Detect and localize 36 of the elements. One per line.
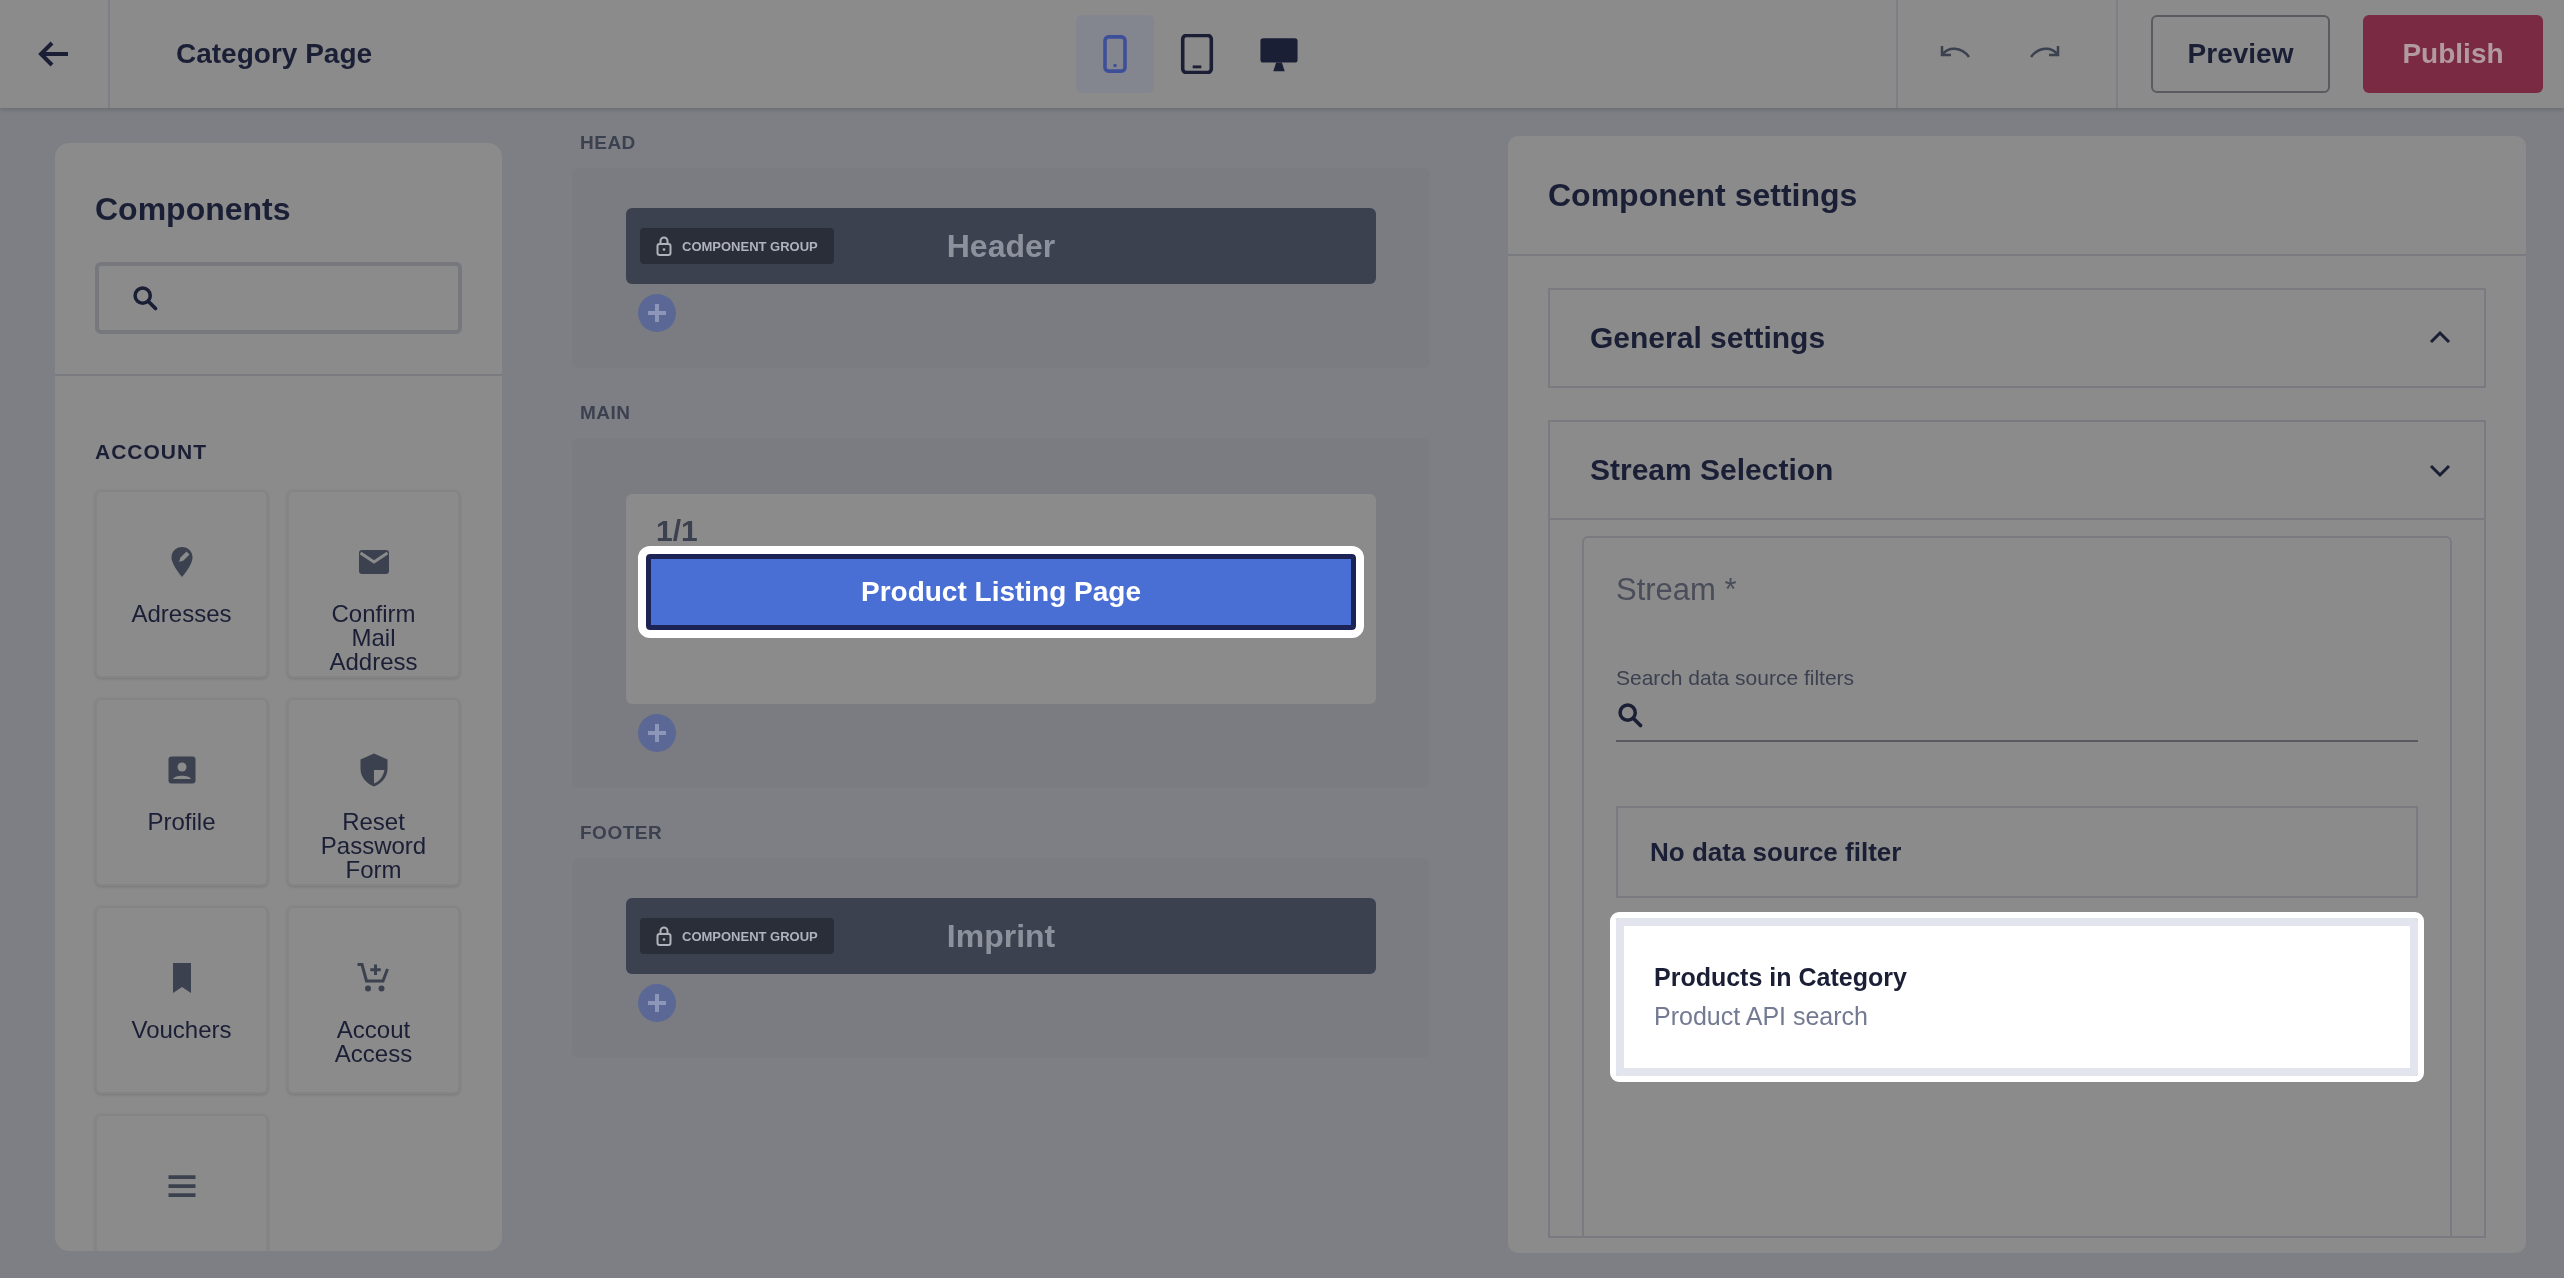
component-tile[interactable]: Accout Access: [287, 906, 460, 1094]
device-toggle[interactable]: [1076, 15, 1154, 93]
component-tile[interactable]: [95, 1114, 268, 1251]
search-icon: [1616, 701, 1644, 729]
component-tile[interactable]: Adresses: [95, 490, 268, 678]
panel-title: Component settings: [1548, 176, 1858, 214]
component-group-badge: COMPONENT GROUP: [640, 918, 834, 954]
component-tile[interactable]: Reset Password Form: [287, 698, 460, 886]
component-tile[interactable]: Confirm Mail Address: [287, 490, 460, 678]
preview-button[interactable]: Preview: [2151, 15, 2330, 93]
category-heading: ACCOUNT: [95, 440, 208, 464]
search-icon: [131, 284, 159, 312]
filter-option[interactable]: No data source filter: [1616, 806, 2418, 898]
back-arrow-icon[interactable]: [38, 40, 70, 68]
accordion-header[interactable]: General settings: [1550, 290, 2484, 386]
add-icon[interactable]: [638, 714, 676, 752]
lock-icon: [656, 236, 672, 256]
add-icon[interactable]: [638, 984, 676, 1022]
component-group-badge: COMPONENT GROUP: [640, 228, 834, 264]
component-group-bar[interactable]: COMPONENT GROUP Header: [626, 208, 1376, 284]
panel-title: Components: [95, 191, 292, 228]
page-title: Category Page: [176, 38, 374, 70]
accordion-header[interactable]: Stream Selection: [1550, 422, 2484, 518]
section-label: HEAD: [580, 132, 637, 154]
component-tile[interactable]: Vouchers: [95, 906, 268, 1094]
search-field[interactable]: [95, 262, 462, 334]
search-label: Search data source filters: [1616, 666, 1856, 690]
component-group-bar[interactable]: COMPONENT GROUP Imprint: [626, 898, 1376, 974]
section-label: MAIN: [580, 402, 632, 424]
publish-button[interactable]: Publish: [2363, 15, 2543, 93]
add-icon[interactable]: [638, 294, 676, 332]
lock-icon: [656, 926, 672, 946]
column-label: 1/1: [656, 514, 699, 548]
field-label: Stream *: [1616, 572, 1738, 608]
component-tile[interactable]: Profile: [95, 698, 268, 886]
section-label: FOOTER: [580, 822, 664, 844]
